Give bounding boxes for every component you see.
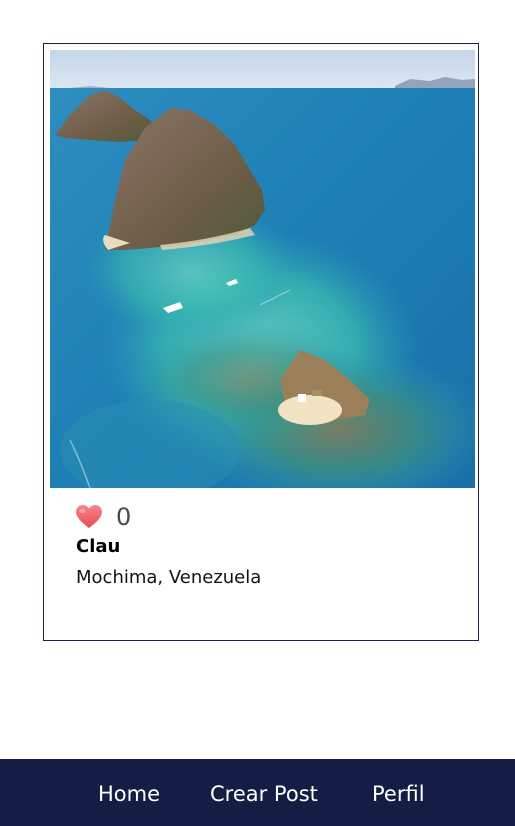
post-image	[50, 50, 475, 488]
bottom-nav: Home Crear Post Perfil	[0, 759, 515, 826]
nav-profile-link[interactable]: Perfil	[372, 781, 425, 807]
post-location: Mochima, Venezuela	[76, 567, 262, 588]
post-username[interactable]: Clau	[76, 535, 120, 559]
nav-home-link[interactable]: Home	[98, 781, 160, 807]
heart-icon[interactable]	[75, 504, 103, 530]
likes-row: 0	[75, 501, 131, 533]
post-card: 0 Clau Mochima, Venezuela	[43, 43, 479, 641]
nav-create-post-link[interactable]: Crear Post	[210, 781, 318, 807]
page: 0 Clau Mochima, Venezuela Home Crear Pos…	[0, 0, 515, 826]
like-count: 0	[116, 503, 132, 531]
